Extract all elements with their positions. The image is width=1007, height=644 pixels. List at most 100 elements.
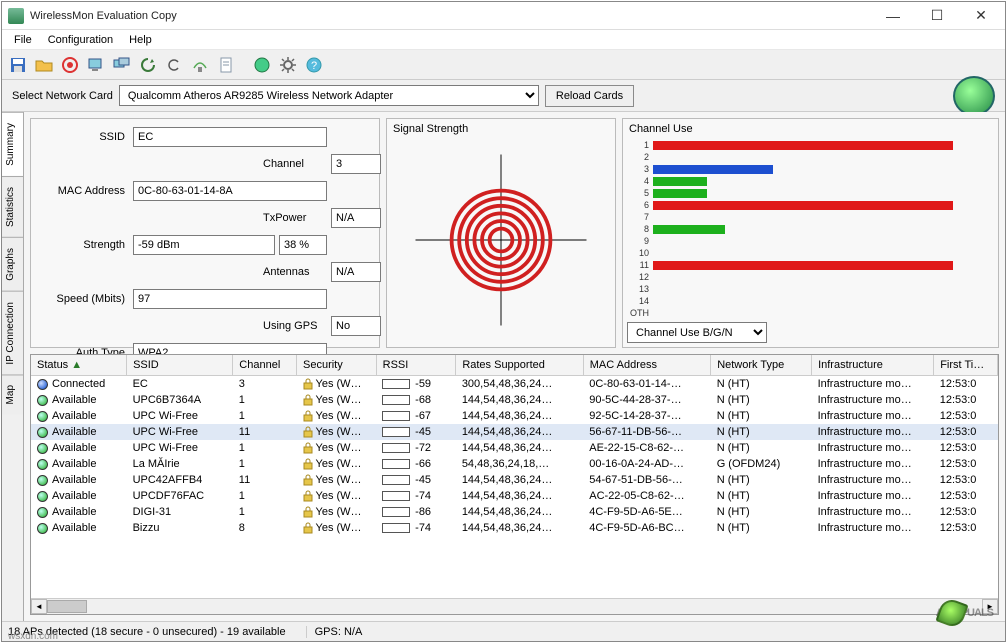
channel-label: Channel: [263, 154, 327, 178]
col-header[interactable]: Infrastructure: [812, 355, 934, 376]
lock-icon: [303, 458, 313, 470]
channel-label: 8: [627, 224, 649, 234]
ssid-value: EC: [133, 127, 327, 147]
col-header[interactable]: Network Type: [711, 355, 812, 376]
table-row[interactable]: AvailableBizzu8Yes (W…-74144,54,48,36,24…: [31, 520, 998, 536]
table-scrollbar[interactable]: ◄ ►: [31, 598, 998, 614]
status-text: Available: [52, 506, 96, 518]
channel-row-14: 14: [627, 295, 994, 307]
mac-value: 0C-80-63-01-14-8A: [133, 181, 327, 201]
watermark: APUALS: [936, 600, 993, 626]
channel-row-9: 9: [627, 235, 994, 247]
table-row[interactable]: AvailableUPC42AFFB411Yes (W…-45144,54,48…: [31, 472, 998, 488]
toolbar: ?: [2, 50, 1005, 80]
svg-text:?: ?: [311, 60, 317, 72]
menu-file[interactable]: File: [6, 32, 40, 48]
target-icon[interactable]: [58, 53, 82, 77]
table-row[interactable]: AvailableUPC Wi-Free11Yes (W…-45144,54,4…: [31, 424, 998, 440]
table-row[interactable]: AvailableLa MĂIrie1Yes (W…-6654,48,36,24…: [31, 456, 998, 472]
channel-row-5: 5: [627, 187, 994, 199]
close-button[interactable]: ✕: [959, 3, 1003, 29]
maximize-button[interactable]: ☐: [915, 3, 959, 29]
lock-icon: [303, 474, 313, 486]
channel-label: 9: [627, 236, 649, 246]
table-row[interactable]: AvailableDIGI-311Yes (W…-86144,54,48,36,…: [31, 504, 998, 520]
channel-use-title: Channel Use: [627, 123, 994, 137]
reload-cards-button[interactable]: Reload Cards: [545, 85, 634, 107]
channel-label: 10: [627, 248, 649, 258]
leaf-icon: [935, 596, 968, 629]
lock-icon: [303, 394, 313, 406]
antennas-label: Antennas: [263, 262, 327, 286]
channel-label: OTH: [627, 308, 649, 318]
channel-value: 3: [331, 154, 381, 174]
globe-icon[interactable]: [953, 76, 995, 116]
channel-label: 11: [627, 260, 649, 270]
world-icon[interactable]: [250, 53, 274, 77]
tab-graphs[interactable]: Graphs: [2, 237, 23, 291]
titlebar: WirelessMon Evaluation Copy — ☐ ✕: [2, 2, 1005, 30]
channel-bar: [653, 261, 953, 270]
channel-row-3: 3: [627, 163, 994, 175]
status-text: Available: [52, 410, 96, 422]
tab-ip-connection[interactable]: IP Connection: [2, 291, 23, 375]
channel-use-select[interactable]: Channel Use B/G/N: [627, 322, 767, 343]
table-row[interactable]: AvailableUPCDF76FAC1Yes (W…-74144,54,48,…: [31, 488, 998, 504]
lock-icon: [303, 442, 313, 454]
txpower-label: TxPower: [263, 208, 327, 232]
mac-label: MAC Address: [39, 181, 129, 205]
card-selector-row: Select Network Card Qualcomm Atheros AR9…: [2, 80, 1005, 112]
col-header[interactable]: RSSI: [376, 355, 456, 376]
col-header[interactable]: SSID: [127, 355, 233, 376]
status-dot-icon: [37, 507, 48, 518]
signal1-icon[interactable]: [188, 53, 212, 77]
table-row[interactable]: ConnectedEC3Yes (W…-59300,54,48,36,24…0C…: [31, 376, 998, 393]
reload1-icon[interactable]: [136, 53, 160, 77]
lock-icon: [303, 410, 313, 422]
col-header[interactable]: Security: [297, 355, 377, 376]
network-card-select[interactable]: Qualcomm Atheros AR9285 Wireless Network…: [119, 85, 539, 106]
col-header[interactable]: Channel: [233, 355, 297, 376]
lock-icon: [303, 506, 313, 518]
card-selector-label: Select Network Card: [12, 90, 113, 102]
channel-label: 2: [627, 152, 649, 162]
table-row[interactable]: AvailableUPC Wi-Free1Yes (W…-72144,54,48…: [31, 440, 998, 456]
minimize-button[interactable]: —: [871, 3, 915, 29]
status-text: Connected: [52, 378, 105, 390]
open-icon[interactable]: [32, 53, 56, 77]
ssid-label: SSID: [39, 127, 129, 151]
status-dot-icon: [37, 475, 48, 486]
doc-icon[interactable]: [214, 53, 238, 77]
table-row[interactable]: AvailableUPC6B7364A1Yes (W…-68144,54,48,…: [31, 392, 998, 408]
channel-use-panel: Channel Use 1234567891011121314OTH Chann…: [622, 118, 999, 348]
menubar: File Configuration Help: [2, 30, 1005, 50]
channel-row-6: 6: [627, 199, 994, 211]
status-dot-icon: [37, 459, 48, 470]
gear-icon[interactable]: [276, 53, 300, 77]
status-dot-icon: [37, 427, 48, 438]
channel-row-7: 7: [627, 211, 994, 223]
scroll-thumb[interactable]: [47, 600, 87, 613]
menu-configuration[interactable]: Configuration: [40, 32, 121, 48]
col-header[interactable]: Rates Supported: [456, 355, 583, 376]
reload2-icon[interactable]: [162, 53, 186, 77]
help-icon[interactable]: ?: [302, 53, 326, 77]
tab-statistics[interactable]: Statistics: [2, 176, 23, 237]
scroll-left-icon[interactable]: ◄: [31, 599, 47, 614]
monitor2-icon[interactable]: [110, 53, 134, 77]
table-row[interactable]: AvailableUPC Wi-Free1Yes (W…-67144,54,48…: [31, 408, 998, 424]
monitor1-icon[interactable]: [84, 53, 108, 77]
tab-summary[interactable]: Summary: [2, 112, 23, 176]
source-url: wsxdn.com: [8, 631, 58, 642]
app-window: WirelessMon Evaluation Copy — ☐ ✕ File C…: [1, 1, 1006, 642]
col-header[interactable]: Status ▲: [31, 355, 127, 376]
speed-value: 97: [133, 289, 327, 309]
menu-help[interactable]: Help: [121, 32, 160, 48]
col-header[interactable]: First Ti…: [934, 355, 998, 376]
save-icon[interactable]: [6, 53, 30, 77]
channel-bars: 1234567891011121314OTH: [627, 139, 994, 320]
col-header[interactable]: MAC Address: [583, 355, 710, 376]
status-dot-icon: [37, 395, 48, 406]
channel-bar: [653, 225, 725, 234]
tab-map[interactable]: Map: [2, 374, 23, 414]
